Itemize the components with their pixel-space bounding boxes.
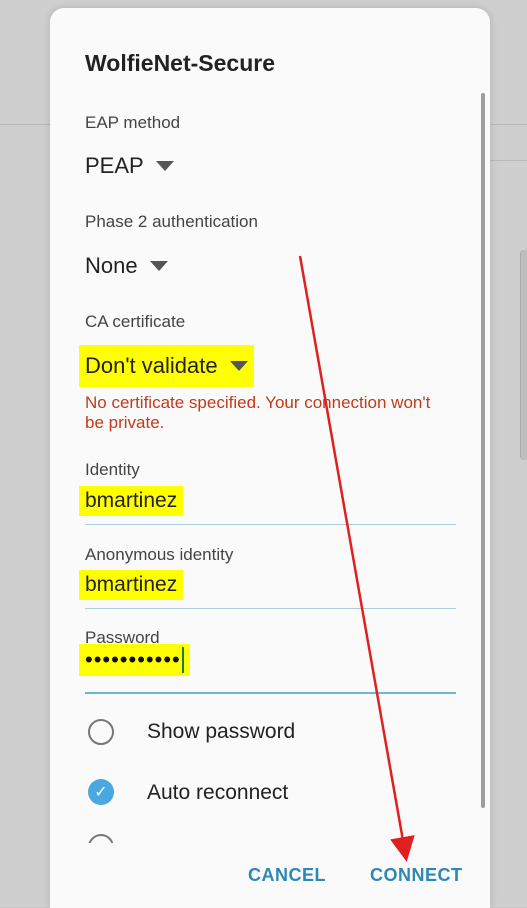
password-input[interactable]: ••••••••••• bbox=[79, 644, 190, 676]
eap-method-select[interactable]: PEAP bbox=[85, 153, 174, 179]
identity-label: Identity bbox=[85, 460, 140, 479]
anonymous-identity-input[interactable]: bmartinez bbox=[79, 570, 184, 600]
anonymous-identity-underline bbox=[85, 608, 456, 609]
ca-certificate-warning: No certificate specified. Your connectio… bbox=[85, 393, 431, 432]
text-cursor bbox=[181, 647, 184, 673]
phase2-value: None bbox=[85, 253, 138, 278]
ca-certificate-value: Don't validate bbox=[85, 353, 218, 378]
auto-reconnect-label[interactable]: Auto reconnect bbox=[147, 781, 288, 805]
ca-certificate-label: CA certificate bbox=[85, 312, 186, 331]
phase2-select[interactable]: None bbox=[85, 253, 168, 279]
show-password-checkbox[interactable] bbox=[88, 719, 114, 745]
dialog-scrollbar[interactable] bbox=[481, 93, 485, 808]
identity-underline bbox=[85, 524, 456, 525]
dialog-title: WolfieNet-Secure bbox=[85, 50, 276, 76]
next-option-checkbox[interactable] bbox=[88, 834, 114, 843]
checkmark-icon: ✓ bbox=[94, 784, 108, 801]
background-panel-edge bbox=[520, 250, 527, 460]
wifi-config-dialog: WolfieNet-Secure EAP method PEAP Phase 2… bbox=[50, 8, 490, 908]
password-underline bbox=[85, 692, 456, 694]
auto-reconnect-checkbox[interactable]: ✓ bbox=[88, 779, 114, 805]
dropdown-caret-icon bbox=[149, 261, 168, 271]
eap-method-label: EAP method bbox=[85, 113, 181, 132]
anonymous-identity-label: Anonymous identity bbox=[85, 545, 234, 564]
phase2-label: Phase 2 authentication bbox=[85, 212, 258, 231]
cancel-button[interactable]: CANCEL bbox=[248, 865, 326, 886]
connect-button[interactable]: CONNECT bbox=[370, 865, 463, 886]
show-password-label[interactable]: Show password bbox=[147, 720, 295, 744]
password-value: ••••••••••• bbox=[85, 647, 181, 672]
dialog-scroll-area[interactable]: WolfieNet-Secure EAP method PEAP Phase 2… bbox=[50, 8, 490, 843]
background-divider bbox=[490, 160, 527, 161]
ca-certificate-select[interactable]: Don't validate bbox=[79, 345, 254, 387]
dropdown-caret-icon bbox=[155, 161, 174, 171]
dropdown-caret-icon bbox=[229, 361, 248, 371]
identity-input[interactable]: bmartinez bbox=[79, 486, 184, 516]
eap-method-value: PEAP bbox=[85, 153, 144, 178]
